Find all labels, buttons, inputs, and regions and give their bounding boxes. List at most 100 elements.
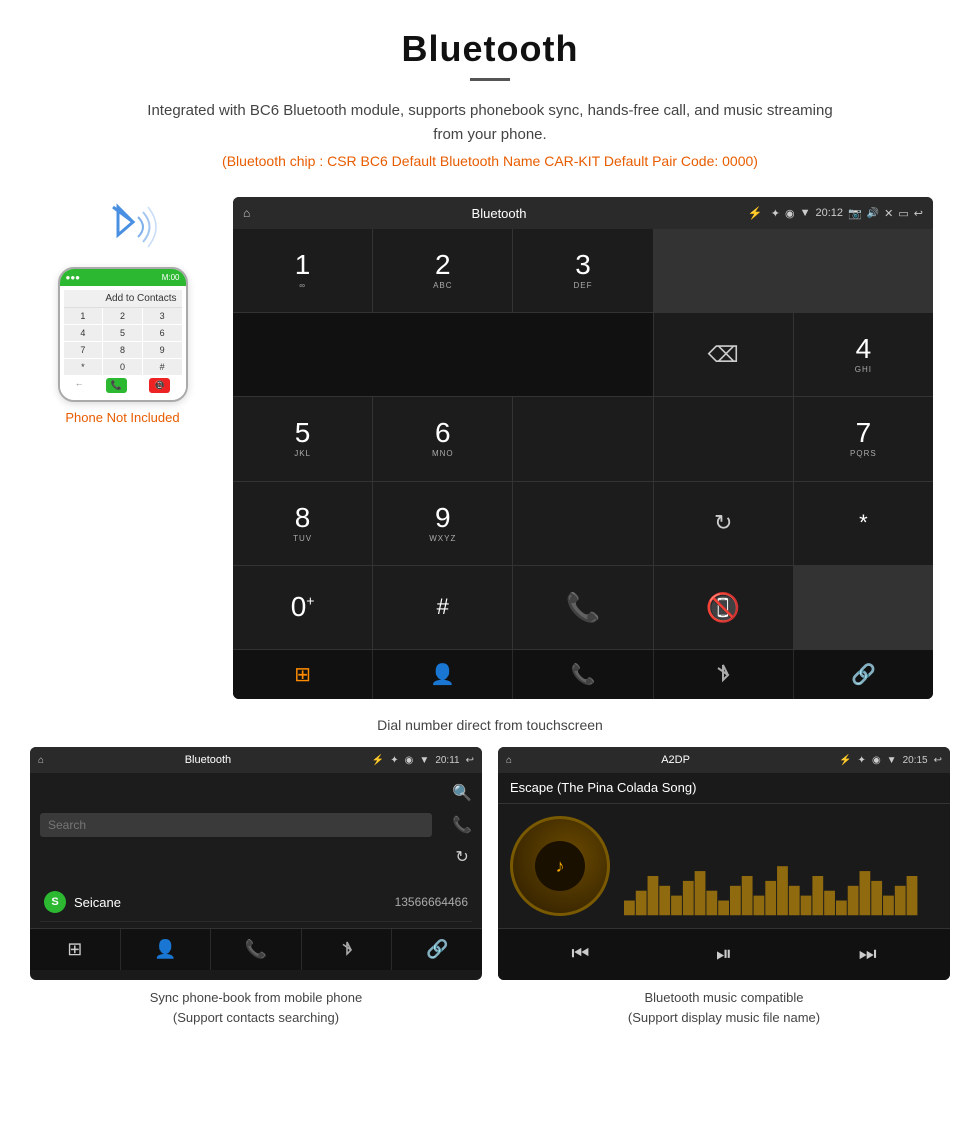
phone-not-included-label: Phone Not Included: [65, 410, 179, 425]
pb-caption: Sync phone-book from mobile phone (Suppo…: [30, 980, 482, 1035]
phonebook-screen: ⌂ Bluetooth ⚡ ✦ ◉ ▼ 20:11 ↩ 🔍 📞 ↻: [30, 747, 482, 980]
dial-caption: Dial number direct from touchscreen: [0, 709, 980, 747]
phone-key-5[interactable]: 5: [103, 325, 142, 341]
phone-time: M:00: [162, 273, 180, 282]
phone-key-9[interactable]: 9: [143, 342, 182, 358]
main-content: ●●● M:00 Add to Contacts 1 2 3 4 5 6 7 8…: [0, 179, 980, 709]
pb-nav-bt[interactable]: [302, 929, 393, 970]
home-icon[interactable]: ⌂: [243, 206, 250, 220]
dial-key-9[interactable]: 9 WXYZ: [373, 482, 512, 565]
pb-caption-1: Sync phone-book from mobile phone: [150, 990, 362, 1005]
nav-dialpad-icon[interactable]: ⊞: [233, 650, 373, 699]
pb-nav-person[interactable]: 👤: [121, 929, 212, 970]
back-icon[interactable]: ↩: [914, 207, 923, 220]
dial-key-7[interactable]: 7 PQRS: [794, 397, 933, 480]
phone-key-star[interactable]: *: [64, 359, 103, 375]
close-icon[interactable]: ✕: [884, 207, 893, 220]
end-call-button[interactable]: 📵: [654, 566, 793, 649]
dial-key-star[interactable]: *: [794, 482, 933, 565]
backspace-button[interactable]: ⌫: [654, 313, 793, 396]
pb-usb-icon: ⚡: [372, 755, 384, 766]
dial-bottom-nav: ⊞ 👤 📞 🔗: [233, 649, 933, 699]
phone-call-button[interactable]: 📞: [106, 378, 127, 393]
music-loc-icon: ◉: [872, 755, 881, 766]
pb-contact-item: S Seicane 13566664466: [40, 883, 472, 922]
pb-nav-grid[interactable]: ⊞: [30, 929, 121, 970]
pb-bottom-nav: ⊞ 👤 📞 🔗: [30, 928, 482, 970]
bluetooth-specs: (Bluetooth chip : CSR BC6 Default Blueto…: [0, 153, 980, 169]
song-title: Escape (The Pina Colada Song): [510, 780, 696, 795]
bottom-screens: ⌂ Bluetooth ⚡ ✦ ◉ ▼ 20:11 ↩ 🔍 📞 ↻: [0, 747, 980, 1035]
phone-keypad: Add to Contacts 1 2 3 4 5 6 7 8 9 * 0 #: [60, 286, 186, 400]
music-title: A2DP: [518, 754, 833, 766]
pb-search-icon[interactable]: 🔍: [448, 779, 476, 807]
add-contacts-label: Add to Contacts: [105, 293, 176, 304]
phone-key-8[interactable]: 8: [103, 342, 142, 358]
prev-track-button[interactable]: ⏮: [563, 939, 597, 970]
dial-empty-1: [513, 397, 652, 480]
nav-phone-icon[interactable]: 📞: [513, 650, 653, 699]
pb-nav-link[interactable]: 🔗: [392, 929, 482, 970]
music-home-icon[interactable]: ⌂: [506, 755, 512, 766]
bluetooth-waves: [83, 197, 163, 257]
nav-link-icon[interactable]: 🔗: [794, 650, 933, 699]
dial-key-3[interactable]: 3 DEF: [513, 229, 652, 312]
phone-key-2[interactable]: 2: [103, 308, 142, 324]
nav-contacts-icon[interactable]: 👤: [373, 650, 513, 699]
pb-status-bar: ⌂ Bluetooth ⚡ ✦ ◉ ▼ 20:11 ↩: [30, 747, 482, 773]
phone-key-1[interactable]: 1: [64, 308, 103, 324]
phone-key-4[interactable]: 4: [64, 325, 103, 341]
page-header: Bluetooth Integrated with BC6 Bluetooth …: [0, 0, 980, 179]
dial-key-2[interactable]: 2 ABC: [373, 229, 512, 312]
music-visualizer: [624, 836, 938, 916]
music-screen: ⌂ A2DP ⚡ ✦ ◉ ▼ 20:15 ↩ Escape (The Pina …: [498, 747, 950, 980]
dial-screen-title: Bluetooth: [258, 206, 740, 221]
pb-loc-icon: ◉: [405, 755, 414, 766]
music-back-icon[interactable]: ↩: [934, 755, 942, 766]
dial-key-5[interactable]: 5 JKL: [233, 397, 372, 480]
phonebook-screen-wrap: ⌂ Bluetooth ⚡ ✦ ◉ ▼ 20:11 ↩ 🔍 📞 ↻: [30, 747, 482, 1035]
next-track-button[interactable]: ⏭: [851, 939, 885, 970]
dial-key-6[interactable]: 6 MNO: [373, 397, 512, 480]
song-title-bar: Escape (The Pina Colada Song): [498, 773, 950, 804]
dial-key-8[interactable]: 8 TUV: [233, 482, 372, 565]
camera-icon: 📷: [848, 207, 862, 220]
signal-icon: ▼: [800, 207, 811, 219]
phone-key-7[interactable]: 7: [64, 342, 103, 358]
call-button[interactable]: 📞: [513, 566, 652, 649]
music-caption-2: (Support display music file name): [628, 1010, 820, 1025]
phone-key-hash[interactable]: #: [143, 359, 182, 375]
location-icon: ◉: [785, 207, 795, 220]
pb-back-icon[interactable]: ↩: [466, 755, 474, 766]
music-controls: ⏮ ⏯ ⏭: [498, 928, 950, 980]
dial-display: [233, 313, 653, 396]
dial-key-hash[interactable]: #: [373, 566, 512, 649]
pb-bt-icon: ✦: [390, 755, 398, 766]
phone-end-button[interactable]: 📵: [149, 378, 170, 393]
bluetooth-status-icon: ✦: [771, 207, 780, 220]
phone-key-6[interactable]: 6: [143, 325, 182, 341]
phone-keys: 1 2 3 4 5 6 7 8 9 * 0 #: [64, 308, 182, 375]
pb-refresh-icon[interactable]: ↻: [448, 843, 476, 871]
pb-phone-icon[interactable]: 📞: [448, 811, 476, 839]
pb-title: Bluetooth: [50, 754, 366, 766]
pb-search-input[interactable]: [40, 813, 432, 837]
pb-nav-phone[interactable]: 📞: [211, 929, 302, 970]
dial-key-1[interactable]: 1 ∞: [233, 229, 372, 312]
phone-status: ●●●: [66, 273, 81, 282]
dial-empty-3: [513, 482, 652, 565]
play-pause-button[interactable]: ⏯: [708, 939, 740, 970]
music-main: ♪: [498, 804, 950, 928]
music-sig-icon: ▼: [887, 755, 897, 766]
dial-key-4[interactable]: 4 GHI: [794, 313, 933, 396]
phone-mockup: ●●● M:00 Add to Contacts 1 2 3 4 5 6 7 8…: [58, 267, 188, 402]
pb-home-icon[interactable]: ⌂: [38, 755, 44, 766]
dial-key-0[interactable]: 0+: [233, 566, 372, 649]
phone-key-0[interactable]: 0: [103, 359, 142, 375]
pb-search-bar: [30, 773, 442, 877]
phone-key-3[interactable]: 3: [143, 308, 182, 324]
refresh-button[interactable]: ↻: [654, 482, 793, 565]
header-divider: [470, 78, 510, 81]
nav-bluetooth-icon[interactable]: [654, 650, 794, 699]
music-caption: Bluetooth music compatible (Support disp…: [498, 980, 950, 1035]
